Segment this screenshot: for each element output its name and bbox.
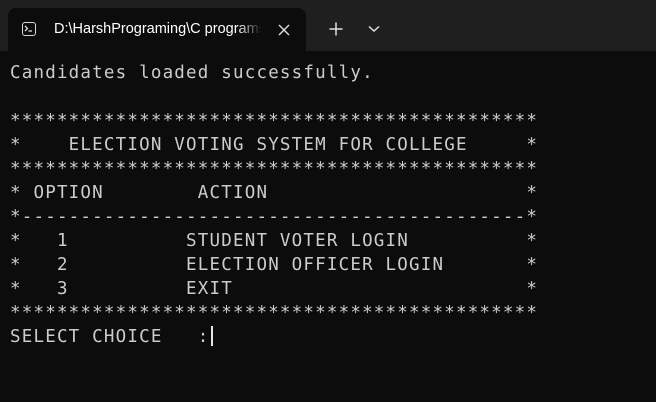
- plus-icon: [329, 22, 343, 36]
- output-line: Candidates loaded successfully.: [10, 63, 374, 83]
- menu-header: * OPTION ACTION *: [10, 183, 539, 203]
- menu-option-student-login: * 1 STUDENT VOTER LOGIN *: [10, 231, 539, 251]
- text-cursor: [210, 326, 213, 346]
- menu-border: ****************************************…: [10, 159, 539, 179]
- title-bar: D:\HarshPrograming\C programs: [0, 0, 656, 51]
- terminal-icon: [22, 22, 36, 36]
- chevron-down-icon: [368, 25, 380, 33]
- new-tab-button[interactable]: [322, 15, 350, 43]
- select-choice-prompt: SELECT CHOICE :: [10, 327, 210, 347]
- menu-option-exit: * 3 EXIT *: [10, 279, 539, 299]
- menu-border-top: ****************************************…: [10, 111, 539, 131]
- terminal-output[interactable]: Candidates loaded successfully. ********…: [10, 61, 650, 391]
- tab-dropdown-button[interactable]: [360, 15, 388, 43]
- menu-title: * ELECTION VOTING SYSTEM FOR COLLEGE *: [10, 135, 539, 155]
- terminal-tab[interactable]: D:\HarshPrograming\C programs: [8, 8, 306, 51]
- tab-title: D:\HarshPrograming\C programs: [54, 21, 262, 37]
- terminal-window: D:\HarshPrograming\C programs Candidates…: [0, 0, 656, 402]
- close-icon[interactable]: [274, 20, 294, 40]
- menu-border-bottom: ****************************************…: [10, 303, 539, 323]
- menu-divider: *---------------------------------------…: [10, 207, 539, 227]
- prompt-line[interactable]: SELECT CHOICE :: [10, 325, 650, 349]
- menu-option-officer-login: * 2 ELECTION OFFICER LOGIN *: [10, 255, 539, 275]
